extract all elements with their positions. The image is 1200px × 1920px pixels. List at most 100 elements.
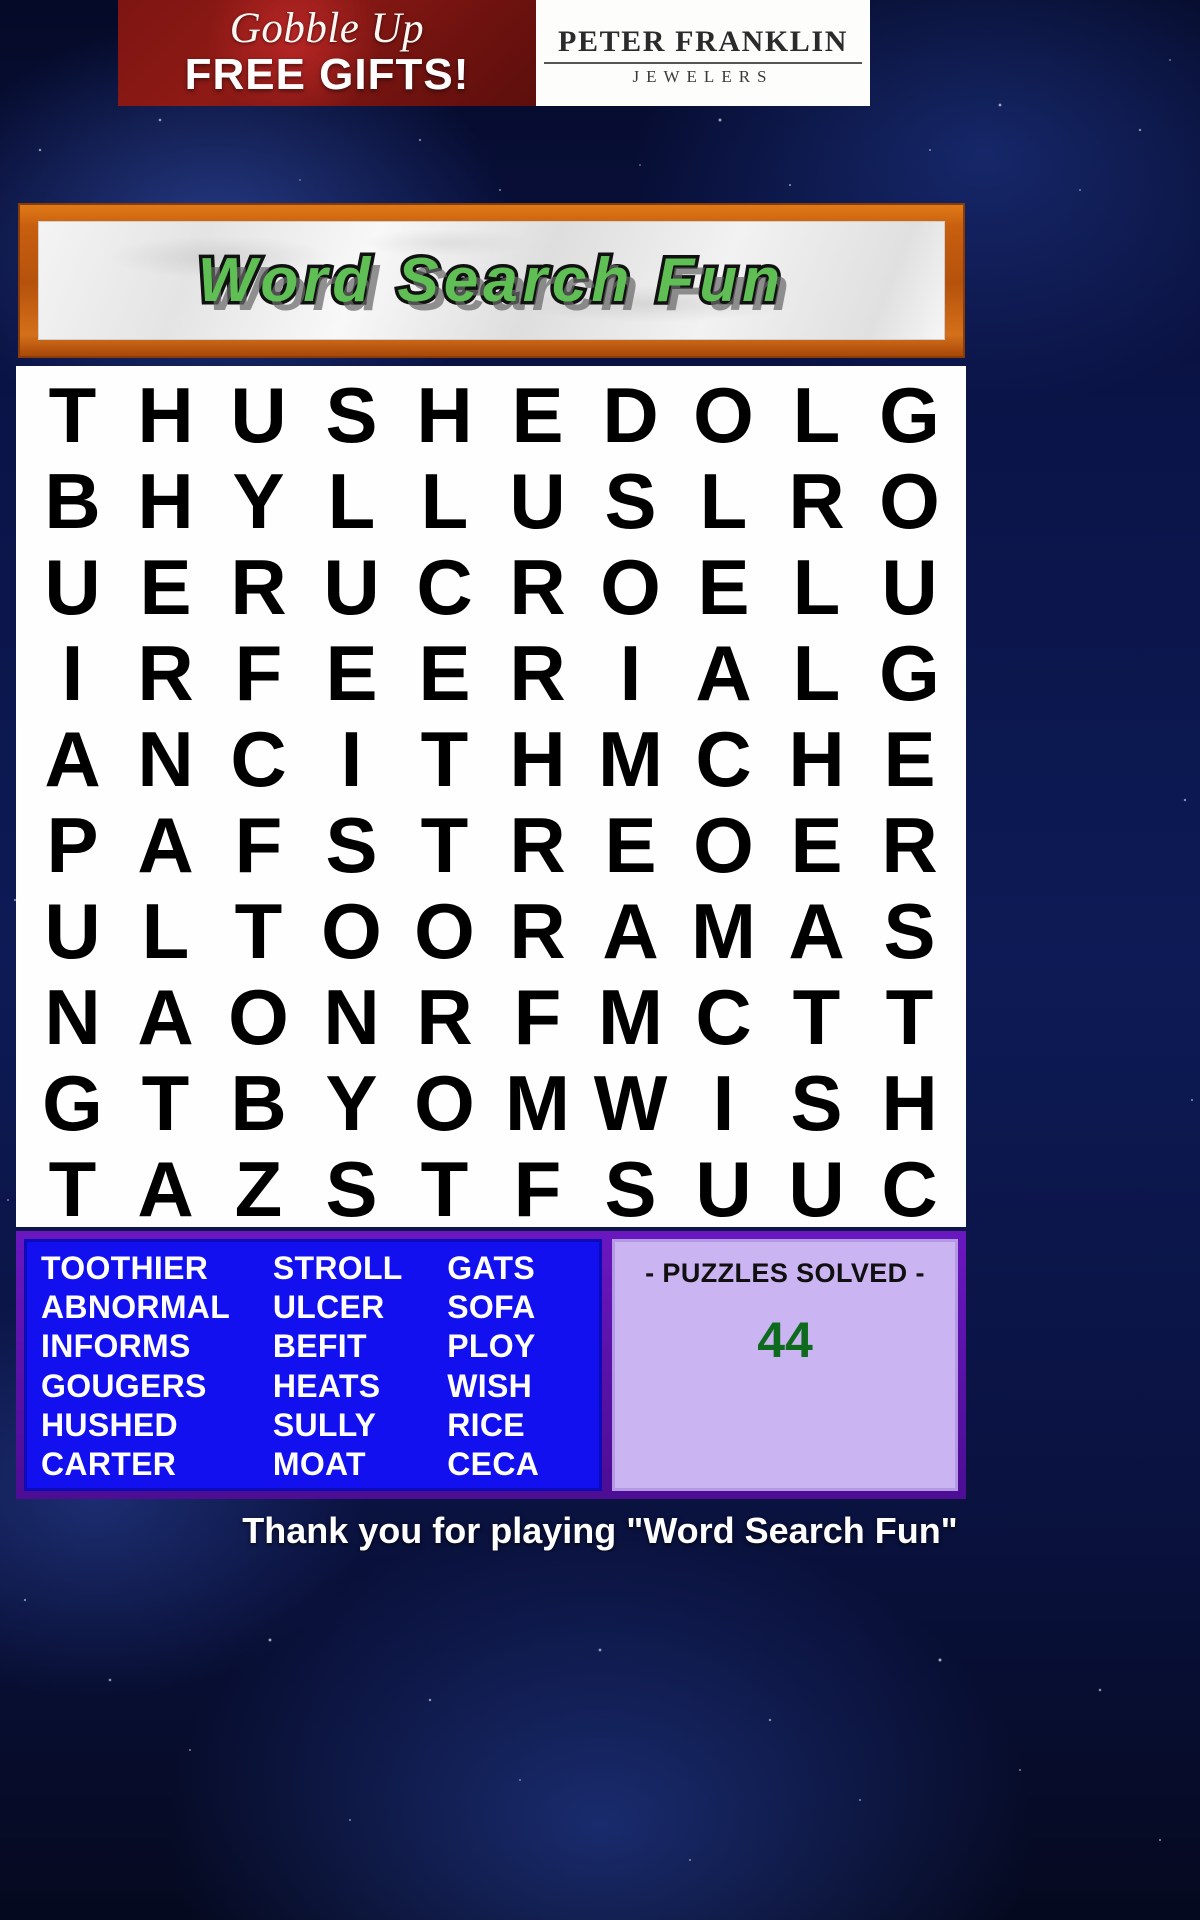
grid-cell[interactable]: T bbox=[26, 372, 119, 458]
grid-cell[interactable]: L bbox=[305, 458, 398, 544]
grid-cell[interactable]: T bbox=[398, 716, 491, 802]
grid-cell[interactable]: A bbox=[677, 630, 770, 716]
grid-cell[interactable]: F bbox=[491, 974, 584, 1060]
word-list-item[interactable]: PLOY bbox=[447, 1330, 591, 1362]
word-list-item[interactable]: HUSHED bbox=[41, 1409, 273, 1441]
grid-cell[interactable]: G bbox=[863, 372, 956, 458]
grid-cell[interactable]: R bbox=[491, 802, 584, 888]
grid-cell[interactable]: A bbox=[26, 716, 119, 802]
grid-cell[interactable]: R bbox=[119, 630, 212, 716]
grid-cell[interactable]: F bbox=[212, 802, 305, 888]
grid-cell[interactable]: S bbox=[305, 1146, 398, 1232]
grid-cell[interactable]: R bbox=[491, 544, 584, 630]
grid-cell[interactable]: M bbox=[491, 1060, 584, 1146]
grid-cell[interactable]: A bbox=[770, 888, 863, 974]
grid-cell[interactable]: E bbox=[863, 716, 956, 802]
grid-cell[interactable]: I bbox=[305, 716, 398, 802]
grid-cell[interactable]: C bbox=[863, 1146, 956, 1232]
grid-cell[interactable]: S bbox=[305, 802, 398, 888]
grid-cell[interactable]: L bbox=[770, 372, 863, 458]
grid-cell[interactable]: M bbox=[584, 974, 677, 1060]
grid-cell[interactable]: O bbox=[584, 544, 677, 630]
grid-cell[interactable]: A bbox=[119, 974, 212, 1060]
grid-cell[interactable]: G bbox=[26, 1060, 119, 1146]
word-list-item[interactable]: WISH bbox=[447, 1370, 591, 1402]
grid-cell[interactable]: G bbox=[863, 630, 956, 716]
grid-cell[interactable]: U bbox=[491, 458, 584, 544]
grid-cell[interactable]: Y bbox=[305, 1060, 398, 1146]
grid-cell[interactable]: R bbox=[863, 802, 956, 888]
grid-cell[interactable]: A bbox=[584, 888, 677, 974]
word-list-item[interactable]: CECA bbox=[447, 1448, 591, 1480]
grid-cell[interactable]: R bbox=[491, 888, 584, 974]
word-list-item[interactable]: HEATS bbox=[273, 1370, 447, 1402]
grid-cell[interactable]: C bbox=[677, 716, 770, 802]
grid-cell[interactable]: E bbox=[491, 372, 584, 458]
grid-cell[interactable]: M bbox=[584, 716, 677, 802]
grid-cell[interactable]: M bbox=[677, 888, 770, 974]
grid-cell[interactable]: S bbox=[584, 1146, 677, 1232]
grid-cell[interactable]: C bbox=[212, 716, 305, 802]
grid-cell[interactable]: W bbox=[584, 1060, 677, 1146]
grid-cell[interactable]: O bbox=[398, 1060, 491, 1146]
grid-cell[interactable]: R bbox=[398, 974, 491, 1060]
grid-cell[interactable]: T bbox=[119, 1060, 212, 1146]
grid-cell[interactable]: O bbox=[863, 458, 956, 544]
grid-cell[interactable]: I bbox=[26, 630, 119, 716]
grid-cell[interactable]: U bbox=[770, 1146, 863, 1232]
grid-cell[interactable]: R bbox=[770, 458, 863, 544]
grid-cell[interactable]: R bbox=[491, 630, 584, 716]
grid-cell[interactable]: E bbox=[398, 630, 491, 716]
grid-cell[interactable]: T bbox=[863, 974, 956, 1060]
grid-cell[interactable]: S bbox=[770, 1060, 863, 1146]
grid-cell[interactable]: U bbox=[212, 372, 305, 458]
grid-cell[interactable]: I bbox=[677, 1060, 770, 1146]
grid-cell[interactable]: U bbox=[26, 544, 119, 630]
grid-cell[interactable]: O bbox=[398, 888, 491, 974]
word-list-item[interactable]: CARTER bbox=[41, 1448, 273, 1480]
word-list-item[interactable]: SOFA bbox=[447, 1291, 591, 1323]
grid-cell[interactable]: H bbox=[863, 1060, 956, 1146]
grid-cell[interactable]: B bbox=[212, 1060, 305, 1146]
grid-cell[interactable]: S bbox=[863, 888, 956, 974]
grid-cell[interactable]: H bbox=[491, 716, 584, 802]
word-list-item[interactable]: GATS bbox=[447, 1252, 591, 1284]
grid-cell[interactable]: Y bbox=[212, 458, 305, 544]
grid-cell[interactable]: A bbox=[119, 1146, 212, 1232]
grid-cell[interactable]: D bbox=[584, 372, 677, 458]
ad-promo-panel[interactable]: Gobble Up FREE GIFTS! bbox=[118, 0, 536, 106]
grid-cell[interactable]: O bbox=[305, 888, 398, 974]
word-list-item[interactable]: TOOTHIER bbox=[41, 1252, 273, 1284]
grid-cell[interactable]: H bbox=[398, 372, 491, 458]
word-list-panel[interactable]: TOOTHIER ABNORMAL INFORMS GOUGERS HUSHED CART… bbox=[24, 1239, 602, 1491]
word-list-item[interactable]: GOUGERS bbox=[41, 1370, 273, 1402]
word-list-item[interactable]: MOAT bbox=[273, 1448, 447, 1480]
grid-cell[interactable]: L bbox=[770, 630, 863, 716]
grid-cell[interactable]: L bbox=[770, 544, 863, 630]
grid-cell[interactable]: F bbox=[212, 630, 305, 716]
grid-cell[interactable]: I bbox=[584, 630, 677, 716]
grid-cell[interactable]: C bbox=[398, 544, 491, 630]
grid-cell[interactable]: T bbox=[398, 1146, 491, 1232]
grid-cell[interactable]: A bbox=[119, 802, 212, 888]
grid-cell[interactable]: H bbox=[119, 458, 212, 544]
grid-cell[interactable]: U bbox=[26, 888, 119, 974]
grid-cell[interactable]: P bbox=[26, 802, 119, 888]
grid-cell[interactable]: O bbox=[677, 802, 770, 888]
grid-cell[interactable]: O bbox=[212, 974, 305, 1060]
grid-cell[interactable]: U bbox=[863, 544, 956, 630]
grid-cell[interactable]: T bbox=[26, 1146, 119, 1232]
grid-cell[interactable]: C bbox=[677, 974, 770, 1060]
grid-cell[interactable]: F bbox=[491, 1146, 584, 1232]
grid-cell[interactable]: L bbox=[677, 458, 770, 544]
grid-cell[interactable]: N bbox=[305, 974, 398, 1060]
grid-cell[interactable]: T bbox=[212, 888, 305, 974]
word-list-item[interactable]: BEFIT bbox=[273, 1330, 447, 1362]
grid-cell[interactable]: E bbox=[677, 544, 770, 630]
grid-cell[interactable]: N bbox=[26, 974, 119, 1060]
grid-cell[interactable]: L bbox=[398, 458, 491, 544]
grid-cell[interactable]: E bbox=[119, 544, 212, 630]
grid-cell[interactable]: H bbox=[770, 716, 863, 802]
grid-cell[interactable]: E bbox=[584, 802, 677, 888]
grid-cell[interactable]: B bbox=[26, 458, 119, 544]
